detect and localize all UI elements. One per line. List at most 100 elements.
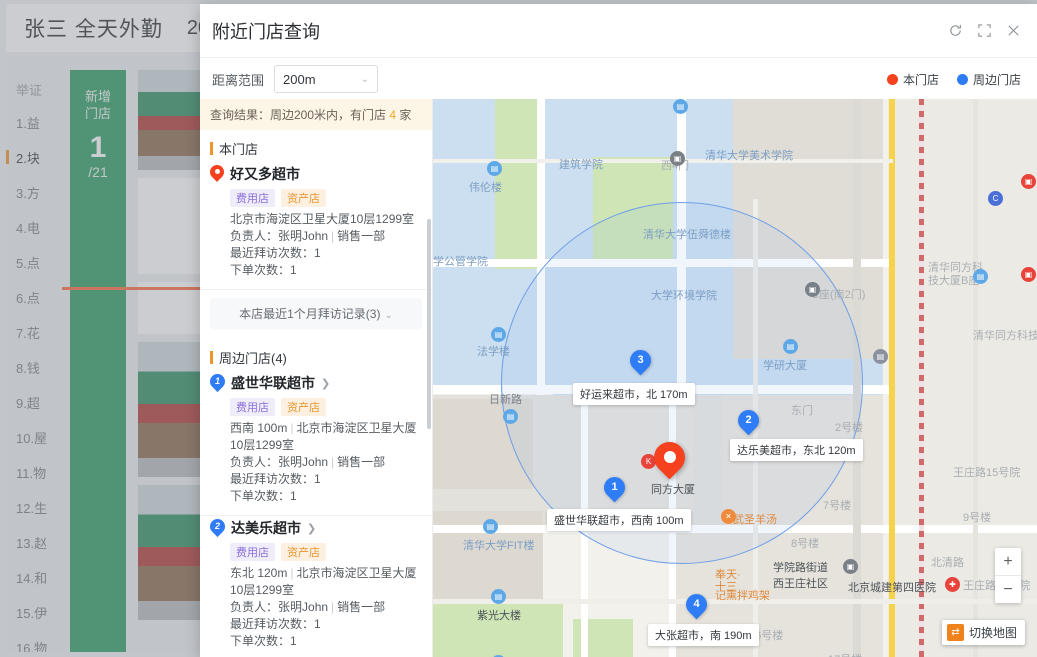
poi-icon: ▣ (1021, 174, 1036, 189)
section-own-label: 本门店 (219, 142, 259, 157)
nearby-store-visits-line: 最近拜访次数：1 (230, 471, 422, 488)
building-poi-icon: ▤ (973, 269, 988, 284)
section-header-own: 本门店 (200, 130, 432, 162)
map-poi-label: 17号楼 (828, 651, 862, 657)
nearby-store-owner-line: 负责人：张明John | 销售一部 (230, 599, 422, 616)
store-list-panel[interactable]: 查询结果：周边200米内，有门店 4 家 本门店 好又多超市 费用店 资产店 北… (200, 99, 433, 657)
map-poi-label: 建筑学院 (559, 159, 603, 171)
tag-fee-store: 费用店 (230, 543, 275, 561)
map-road (973, 99, 978, 657)
map-poi-label: 东门 (791, 405, 813, 417)
section-header-nearby: 周边门店(4) (200, 339, 432, 371)
nearby-store-name-row: 1 盛世华联超市 ❯ (210, 373, 422, 393)
legend-red-dot-icon (886, 73, 898, 85)
own-store-visits-line: 最近拜访次数：1 (230, 245, 422, 262)
poi-icon: ▤ (673, 99, 688, 114)
nearby-store-name: 盛世华联超市 (231, 375, 315, 391)
window-controls (948, 23, 1037, 38)
chevron-down-icon: ⌄ (360, 73, 370, 85)
separator: | (331, 229, 335, 243)
switch-map-label: 切换地图 (968, 626, 1017, 640)
nearby-store-location-line: 西南 100m | 北京市海淀区卫星大厦10层1299室 (230, 420, 422, 454)
tag-asset-store: 资产店 (281, 543, 326, 561)
own-store-item[interactable]: 好又多超市 费用店 资产店 北京市海淀区卫星大厦10层1299室 负责人：张明J… (200, 162, 432, 290)
own-store-dept: 销售一部 (337, 229, 386, 243)
nearby-store-recent-visits: 1 (314, 617, 321, 631)
nearby-store-item[interactable]: 2 达美乐超市 ❯ 费用店 资产店 东北 120m | 北京市海淀区卫星大厦10层1… (200, 516, 432, 657)
map-pin-numbered-icon: 3 (630, 350, 651, 377)
tag-fee-store: 费用店 (230, 189, 275, 207)
nearby-store-owner-line: 负责人：张明John | 销售一部 (230, 454, 422, 471)
list-scrollbar[interactable] (427, 219, 431, 429)
legend-nearby-store-label: 周边门店 (972, 72, 1021, 87)
map-poi-label: 北京城建第四医院 (848, 582, 936, 594)
building-poi-icon: ▤ (491, 327, 506, 342)
building-poi-icon: ▤ (487, 161, 502, 176)
separator: | (290, 566, 294, 580)
map-poi-label: 武圣羊汤 (733, 514, 777, 526)
legend-own-store-label: 本门店 (902, 72, 939, 87)
own-store-recent-visits: 1 (314, 246, 321, 260)
nearby-store-orders-line: 下单次数：1 (230, 633, 422, 650)
map-marker-4[interactable]: 4 (686, 594, 707, 621)
poi-icon: ▤ (873, 349, 888, 364)
maximize-icon[interactable] (977, 23, 992, 38)
orders-label: 下单次数： (230, 634, 291, 648)
building-poi-icon: ▤ (491, 589, 506, 604)
own-store-name-row: 好又多超市 (210, 164, 422, 184)
legend-blue-dot-icon (956, 73, 968, 85)
map-poi-label: 紫光大楼 (477, 610, 521, 622)
map-canvas[interactable]: 伟伦楼 建筑学院 西4门 清华大学美术学院 学公管学院 清华大学伍舜德楼 C座(… (433, 99, 1037, 657)
map-poi-label: 日新路 (489, 394, 522, 406)
query-result-bar: 查询结果：周边200米内，有门店 4 家 (200, 99, 432, 130)
map-pin-icon (210, 165, 224, 183)
map-marker-label-3: 好运来超市，北 170m (573, 383, 695, 405)
map-marker-own-store[interactable] (654, 442, 685, 482)
section-bar-icon (210, 142, 213, 155)
refresh-icon[interactable] (948, 23, 963, 38)
own-store-orders: 1 (290, 263, 297, 277)
map-poi-label: 8号楼 (791, 538, 820, 550)
nearby-store-dept: 销售一部 (337, 455, 386, 469)
legend-nearby-store: 周边门店 (956, 71, 1021, 88)
pin-number: 1 (611, 481, 618, 493)
map-zoom-controls: + − (995, 548, 1021, 603)
building-poi-icon: ▤ (783, 339, 798, 354)
restaurant-poi-icon: ✕ (721, 509, 736, 524)
visit-record-expander[interactable]: 本店最近1个月拜访记录(3) ⌄ (210, 298, 422, 329)
switch-map-button[interactable]: ⇄ 切换地图 (941, 620, 1025, 645)
owner-label: 负责人： (230, 229, 279, 243)
chevron-right-icon[interactable]: ❯ (321, 377, 330, 390)
map-poi-label: 清华同方科技园 (973, 330, 1037, 342)
recent-visits-label: 最近拜访次数： (230, 472, 315, 486)
separator: | (331, 455, 335, 469)
subway-poi-icon: C (988, 191, 1003, 206)
zoom-out-button[interactable]: − (995, 576, 1021, 603)
distance-range-select[interactable]: 200m ⌄ (274, 65, 379, 93)
map-pin-numbered-icon: 1 (210, 374, 225, 393)
query-result-suffix: 家 (396, 108, 412, 122)
own-store-owner: 张明John (278, 229, 329, 243)
map-poi-label: 大学环境学院 (651, 290, 717, 302)
gate-poi-icon: ▣ (843, 559, 858, 574)
gate-poi-icon: ▣ (670, 151, 685, 166)
zoom-in-button[interactable]: + (995, 548, 1021, 576)
nearby-store-name-row: 2 达美乐超市 ❯ (210, 518, 422, 538)
map-marker-3[interactable]: 3 (630, 350, 651, 377)
map-poi-label: 法学楼 (477, 346, 510, 358)
close-icon[interactable] (1006, 23, 1021, 38)
nearby-store-item[interactable]: 1 盛世华联超市 ❯ 费用店 资产店 西南 100m | 北京市海淀区卫星大厦10层… (200, 371, 432, 516)
map-marker-2[interactable]: 2 (738, 410, 759, 437)
map-marker-1[interactable]: 1 (604, 477, 625, 504)
nearby-stores-modal: 附近门店查询 距离范围 200m ⌄ 本门店 周边门店 查询结果：周边200米内… (200, 4, 1037, 657)
nearby-store-orders-line: 下单次数：1 (230, 488, 422, 505)
chevron-right-icon[interactable]: ❯ (307, 522, 316, 535)
nearby-store-tags: 费用店 资产店 (230, 543, 422, 561)
nearby-store-name: 达美乐超市 (231, 520, 301, 536)
pin-number: 4 (693, 598, 700, 610)
map-pin-numbered-icon: 2 (738, 410, 759, 437)
map-railway (919, 99, 924, 657)
modal-title-bar: 附近门店查询 (200, 4, 1037, 58)
building-poi-icon: ▤ (483, 519, 498, 534)
map-poi-label: 北清路 (931, 557, 964, 569)
